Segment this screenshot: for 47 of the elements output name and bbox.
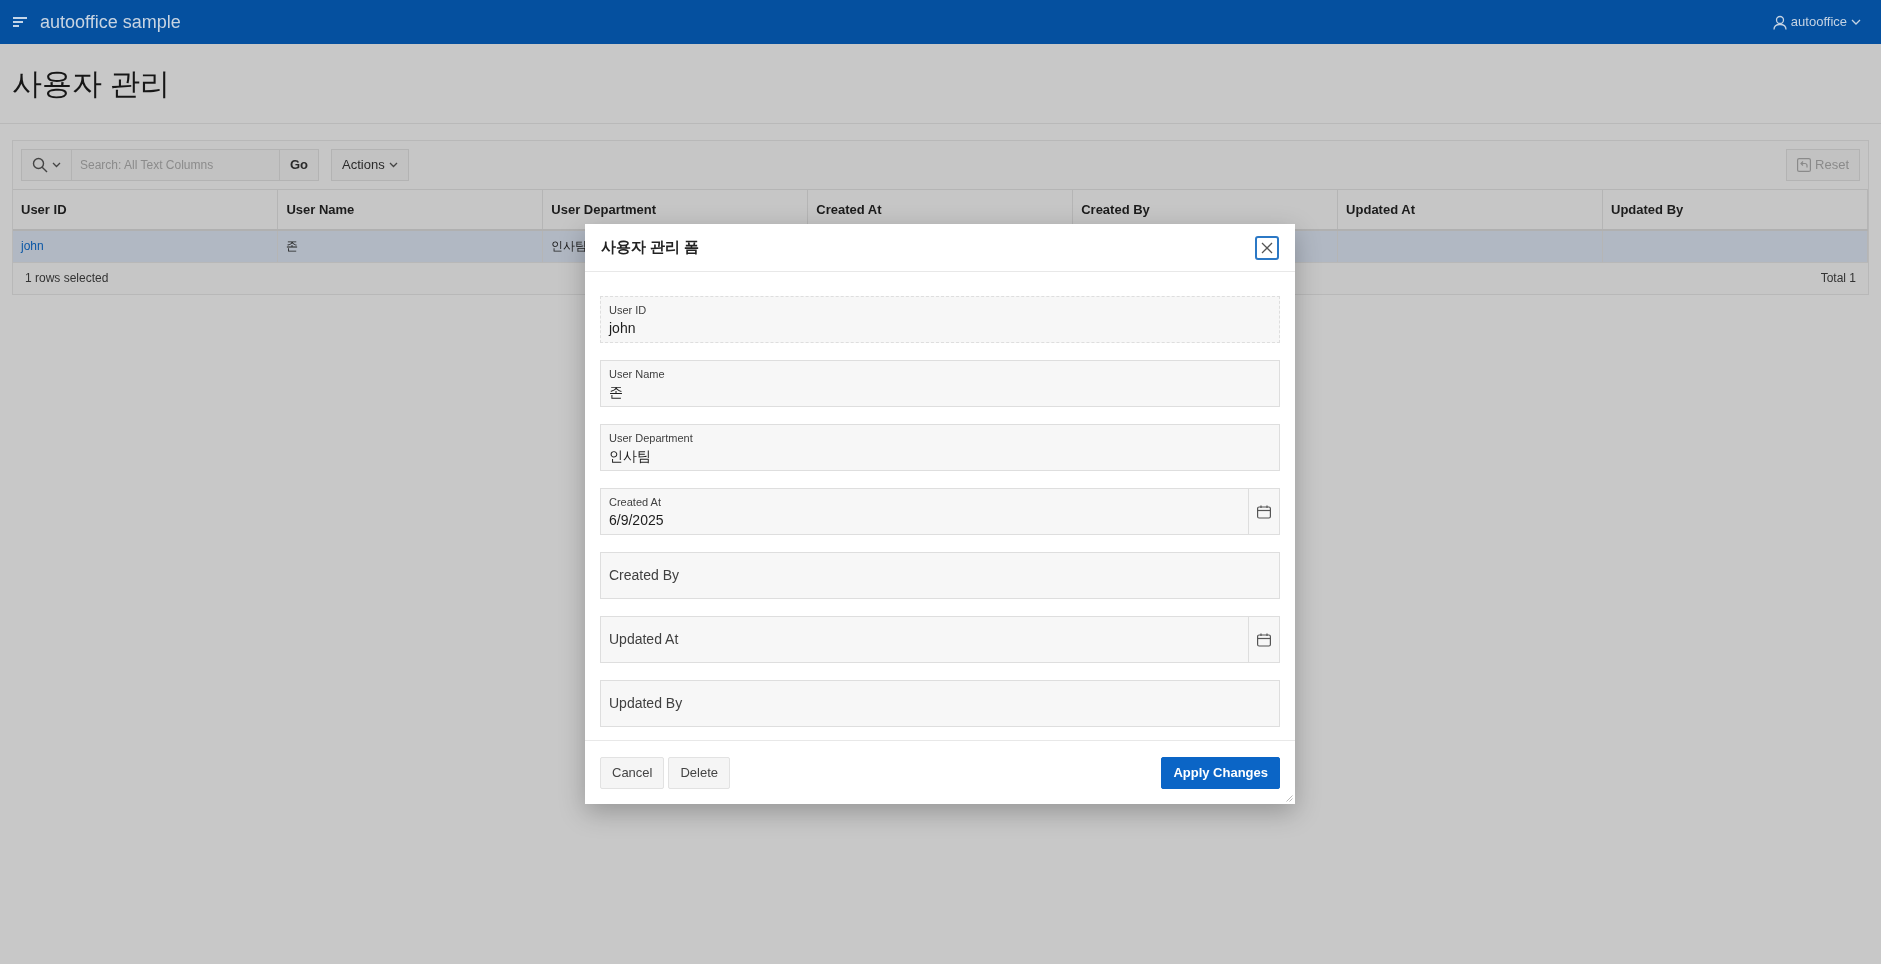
table-cell: 존 bbox=[277, 229, 543, 262]
field-label: Created By bbox=[609, 566, 681, 585]
input-field[interactable]: Created By bbox=[600, 552, 1280, 599]
date-field[interactable]: Created At 6/9/2025 bbox=[600, 488, 1280, 535]
field-label: User Name bbox=[609, 367, 666, 383]
resize-grip-icon bbox=[1286, 795, 1293, 802]
dialog-button[interactable]: Cancel bbox=[600, 756, 665, 789]
chevron-down-icon bbox=[1851, 19, 1861, 25]
page-title: 사용자 관리 bbox=[12, 65, 171, 102]
column-header: User ID bbox=[13, 189, 278, 230]
close-button[interactable] bbox=[1255, 235, 1279, 260]
field-value: 6/9/2025 bbox=[609, 510, 665, 529]
user-icon bbox=[1772, 14, 1787, 30]
calendar-icon bbox=[1257, 504, 1271, 519]
input-field[interactable]: Updated By bbox=[600, 680, 1280, 727]
input-field[interactable]: User Department 인사팀 bbox=[600, 424, 1280, 471]
app-title: autooffice sample bbox=[40, 10, 181, 34]
column-header: Updated By bbox=[1602, 189, 1868, 230]
caret-icon bbox=[388, 162, 398, 168]
dialog-button[interactable]: Delete bbox=[668, 756, 731, 789]
menu-icon bbox=[12, 16, 28, 28]
field-label: Created At bbox=[609, 495, 662, 511]
caret-icon bbox=[52, 162, 61, 168]
user-menu-button[interactable]: autooffice bbox=[1768, 8, 1865, 36]
field-value: 인사팀 bbox=[609, 446, 652, 465]
column-header: User Name bbox=[277, 189, 543, 230]
date-field[interactable]: Updated At bbox=[600, 616, 1280, 663]
selection-count: 1 rows selected bbox=[25, 270, 109, 287]
column-header: Updated At bbox=[1337, 189, 1603, 230]
dialog-title: 사용자 관리 폼 bbox=[601, 237, 700, 258]
total-count: Total 1 bbox=[1820, 270, 1856, 287]
apply-button[interactable]: Apply Changes bbox=[1161, 756, 1280, 789]
field-label: User ID bbox=[609, 303, 648, 319]
user-id-link[interactable]: john bbox=[21, 239, 44, 253]
field-label: Updated At bbox=[609, 630, 680, 649]
field-label: Updated By bbox=[609, 694, 684, 713]
field-value: 존 bbox=[609, 382, 624, 401]
go-button[interactable]: Go bbox=[279, 149, 320, 181]
calendar-icon bbox=[1257, 632, 1271, 647]
input-field[interactable]: User Name 존 bbox=[600, 360, 1280, 407]
close-icon bbox=[1261, 241, 1273, 254]
search-icon bbox=[32, 157, 48, 173]
actions-button[interactable]: Actions bbox=[331, 149, 409, 181]
field-label: User Department bbox=[609, 431, 694, 447]
field-value: john bbox=[609, 318, 637, 337]
search-column-button[interactable] bbox=[21, 149, 72, 181]
reset-icon bbox=[1797, 158, 1812, 172]
